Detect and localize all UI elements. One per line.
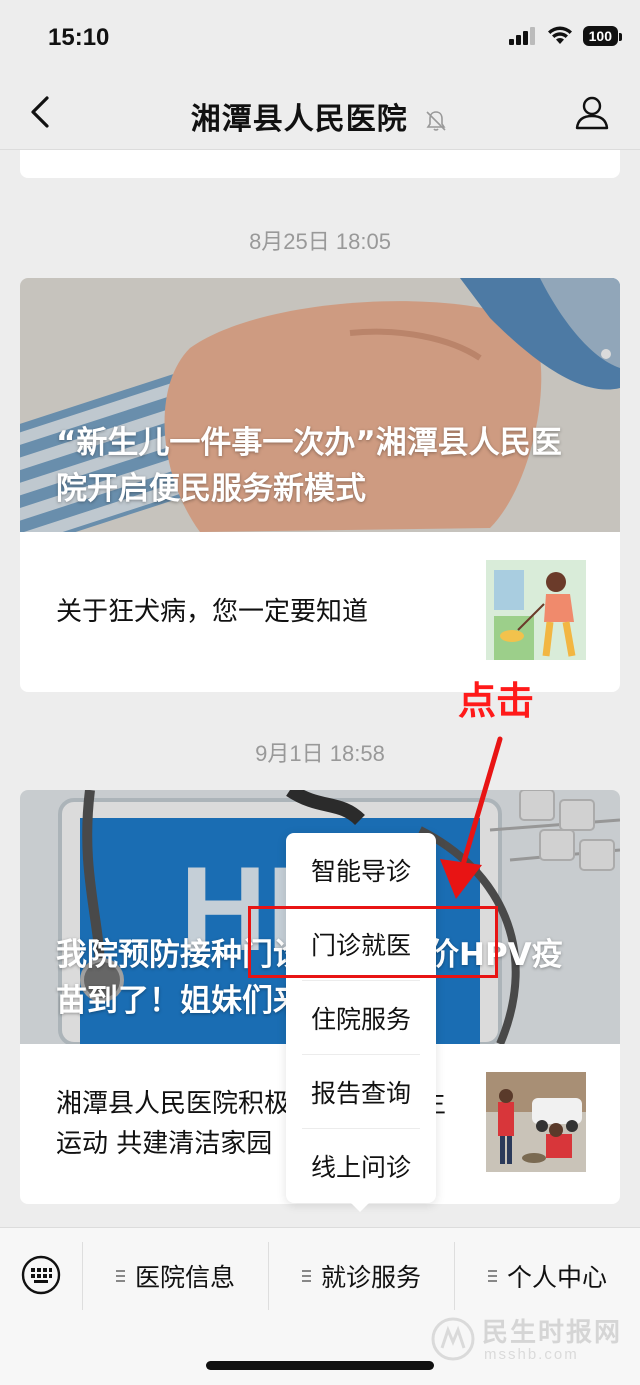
annotation-highlight-box: [248, 906, 498, 978]
watermark-logo-icon: [431, 1317, 475, 1361]
timestamp: 8月25日 18:05: [249, 229, 391, 254]
timestamp: 9月1日 18:58: [255, 741, 385, 766]
nav-bar: 湘潭县人民医院: [0, 78, 640, 150]
sub-article-item[interactable]: 关于狂犬病，您一定要知道: [20, 532, 620, 692]
menu-item-inpatient[interactable]: 住院服务: [302, 981, 420, 1055]
article-card: “新生儿一件事一次办”湘潭县人民医院开启便民服务新模式 关于狂犬病，您一定要知道: [20, 278, 620, 692]
cover-article[interactable]: “新生儿一件事一次办”湘潭县人民医院开启便民服务新模式: [20, 278, 620, 532]
menu-item-report-query[interactable]: 报告查询: [302, 1055, 420, 1129]
wifi-icon: [547, 26, 572, 44]
previous-card[interactable]: [20, 150, 620, 178]
watermark: 民生时报网 msshb.com: [430, 1312, 630, 1372]
mute-bell-icon: [426, 110, 446, 131]
keyboard-toggle-button[interactable]: [20, 1254, 62, 1296]
page-title-text: 湘潭县人民医院: [190, 102, 408, 137]
menu-hospital-info[interactable]: 医院信息: [82, 1242, 268, 1310]
status-time: 15:10: [48, 24, 110, 51]
thumbnail-dog-walk-image: [486, 560, 586, 660]
menu-visit-service[interactable]: 就诊服务: [268, 1242, 454, 1310]
menu-lines-icon: [301, 1270, 311, 1282]
page-title: 湘潭县人民医院: [0, 94, 640, 138]
menu-label: 医院信息: [134, 1263, 235, 1292]
watermark-text: 民生时报网: [482, 1318, 623, 1348]
menu-personal-center[interactable]: 个人中心: [454, 1242, 640, 1310]
custom-menu: 医院信息 就诊服务 个人中心: [82, 1242, 640, 1310]
status-bar: 15:10 100: [0, 0, 640, 78]
profile-button[interactable]: [572, 92, 612, 132]
person-icon: [575, 96, 609, 130]
cover-article-title: “新生儿一件事一次办”湘潭县人民医院开启便民服务新模式: [56, 425, 562, 507]
home-indicator[interactable]: [206, 1361, 434, 1370]
cellular-signal-icon: [508, 27, 535, 45]
menu-label: 就诊服务: [320, 1263, 421, 1292]
menu-label: 个人中心: [506, 1263, 607, 1292]
article-thumbnail: [486, 1072, 586, 1172]
menu-lines-icon: [487, 1270, 497, 1282]
annotation-click-label: 点击: [458, 679, 535, 723]
menu-item-online-consult[interactable]: 线上问诊: [302, 1129, 420, 1203]
menu-lines-icon: [115, 1270, 125, 1282]
keyboard-icon: [21, 1255, 61, 1295]
article-thumbnail: [486, 560, 586, 660]
status-icons: 100: [508, 26, 623, 46]
menu-item-smart-guide[interactable]: 智能导诊: [302, 833, 420, 907]
service-popup-menu: 智能导诊 门诊就医 住院服务 报告查询 线上问诊: [286, 833, 436, 1212]
battery-indicator: 100: [582, 26, 623, 46]
thumbnail-volunteers-image: [486, 1072, 586, 1172]
sub-article-title: 关于狂犬病，您一定要知道: [56, 597, 369, 627]
annotation-arrow-icon: [440, 736, 503, 899]
watermark-subtext: msshb.com: [484, 1346, 579, 1363]
